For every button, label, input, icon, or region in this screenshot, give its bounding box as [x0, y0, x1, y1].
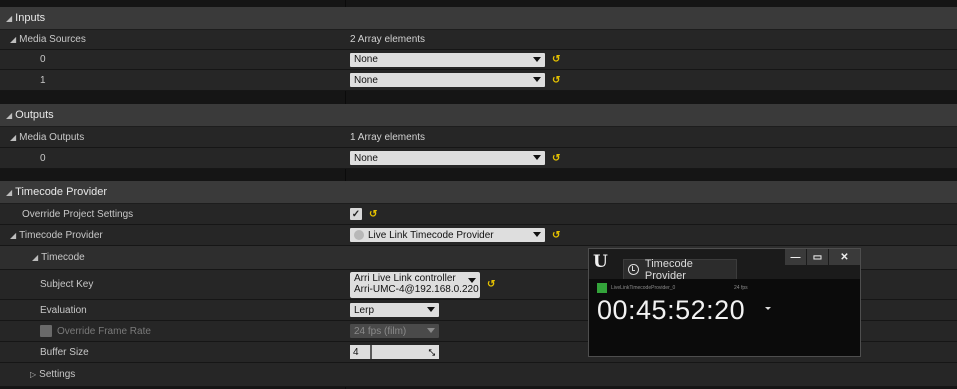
- slider-grip[interactable]: [370, 345, 372, 359]
- triangle-down-icon[interactable]: ◢: [10, 35, 16, 44]
- chevron-down-icon: [533, 232, 541, 237]
- override-frame-rate-label: Override Frame Rate: [57, 325, 151, 337]
- subject-key-label: Subject Key: [40, 279, 94, 290]
- chevron-down-icon: [533, 77, 541, 82]
- timecode-provider-label: Timecode Provider: [19, 229, 103, 241]
- category-outputs[interactable]: ◢ Outputs: [0, 104, 957, 127]
- details-panel: ◢ Inputs ◢ Media Sources 2 Array elements …: [0, 0, 957, 389]
- reset-to-default-icon[interactable]: ↺: [487, 279, 495, 290]
- category-timecode-provider[interactable]: ◢ Timecode Provider: [0, 181, 957, 204]
- combo-value: 24 fps (film): [354, 325, 407, 337]
- frame-rate-text: 24 fps: [734, 285, 748, 291]
- evaluation-combo[interactable]: Lerp: [350, 303, 439, 317]
- subject-key-line1: Arri Live Link controller: [354, 272, 456, 284]
- timecode-provider-window[interactable]: U Timecode Provider — ▭ ✕ LiveLinkTimeco…: [588, 248, 861, 357]
- triangle-down-icon: ◢: [6, 187, 13, 197]
- film-strip-icon: [597, 283, 607, 293]
- buffer-size-input[interactable]: 4 ⤡: [350, 345, 439, 359]
- triangle-down-icon: ◢: [6, 110, 13, 120]
- triangle-down-icon[interactable]: ◢: [10, 231, 16, 240]
- media-outputs-count: 1 Array elements: [350, 131, 426, 143]
- chevron-down-icon: [427, 307, 435, 312]
- override-project-settings-row[interactable]: Override Project Settings ✓ ↺: [0, 204, 957, 225]
- timecode-provider-combo[interactable]: Live Link Timecode Provider: [350, 228, 545, 242]
- override-frame-rate-checkbox[interactable]: [40, 325, 52, 337]
- combo-value: None: [354, 74, 378, 86]
- reset-to-default-icon[interactable]: ↺: [369, 209, 377, 220]
- provider-name: LiveLinkTimecodeProvider_0: [611, 285, 676, 291]
- reset-to-default-icon[interactable]: ↺: [552, 75, 560, 86]
- settings-row[interactable]: ▷ Settings: [0, 363, 957, 387]
- window-titlebar[interactable]: U Timecode Provider — ▭ ✕: [589, 249, 860, 282]
- media-source-1-combo[interactable]: None: [350, 73, 545, 87]
- subject-key-line2: Arri-UMC-4@192.168.0.220: [354, 283, 479, 295]
- spinner-icon[interactable]: ⤡: [429, 348, 435, 358]
- frame-rate-combo: 24 fps (film): [350, 324, 439, 338]
- category-inputs-label: Inputs: [15, 12, 46, 24]
- media-source-0-combo[interactable]: None: [350, 52, 545, 67]
- timecode-subcategory-label: Timecode: [41, 252, 85, 263]
- category-outputs-label: Outputs: [15, 109, 54, 121]
- triangle-down-icon[interactable]: ◢: [32, 253, 38, 262]
- triangle-down-icon[interactable]: ◢: [10, 133, 16, 142]
- timecode-provider-row[interactable]: ◢ Timecode Provider Live Link Timecode Pr…: [0, 225, 957, 246]
- media-output-0-row[interactable]: 0 None ↺: [0, 148, 957, 169]
- close-button[interactable]: ✕: [828, 249, 860, 265]
- media-source-1-index: 1: [40, 74, 46, 86]
- evaluation-label: Evaluation: [40, 304, 87, 316]
- maximize-button[interactable]: ▭: [806, 249, 828, 265]
- media-sources-count: 2 Array elements: [350, 34, 426, 45]
- buffer-size-value: 4: [353, 346, 359, 358]
- media-source-1-row[interactable]: 1 None ↺: [0, 70, 957, 91]
- media-output-0-index: 0: [40, 152, 46, 164]
- media-output-0-combo[interactable]: None: [350, 151, 545, 165]
- unreal-logo-icon: U: [593, 252, 608, 272]
- settings-label: Settings: [39, 369, 76, 380]
- media-sources-row[interactable]: ◢ Media Sources 2 Array elements: [0, 30, 957, 50]
- media-outputs-label: Media Outputs: [19, 131, 85, 143]
- combo-value: None: [354, 152, 378, 164]
- provider-class-icon: [354, 230, 364, 240]
- override-project-settings-checkbox[interactable]: ✓: [350, 208, 362, 220]
- timecode-provider-tab[interactable]: Timecode Provider: [623, 257, 737, 282]
- category-inputs[interactable]: ◢ Inputs: [0, 7, 957, 30]
- chevron-down-icon: [468, 277, 476, 283]
- subject-key-combo[interactable]: Arri Live Link controller Arri-UMC-4@192…: [350, 271, 480, 298]
- override-project-settings-label: Override Project Settings: [22, 208, 134, 220]
- minimize-button[interactable]: —: [784, 249, 806, 265]
- provider-info: LiveLinkTimecodeProvider_0: [597, 283, 675, 293]
- reset-to-default-icon[interactable]: ↺: [552, 153, 560, 164]
- chevron-down-icon: [533, 155, 541, 160]
- timecode-display: 00:45:52:20: [597, 295, 746, 325]
- triangle-right-icon[interactable]: ▷: [30, 370, 36, 379]
- combo-value: None: [354, 54, 378, 65]
- combo-value: Live Link Timecode Provider: [368, 229, 494, 241]
- combo-value: Lerp: [354, 304, 375, 316]
- media-source-0-index: 0: [40, 54, 46, 65]
- triangle-down-icon: ◢: [6, 13, 13, 23]
- buffer-size-label: Buffer Size: [40, 346, 89, 358]
- chevron-down-icon: [427, 328, 435, 333]
- chevron-down-icon[interactable]: [765, 307, 771, 310]
- category-timecode-provider-label: Timecode Provider: [15, 186, 108, 198]
- media-source-0-row[interactable]: 0 None ↺: [0, 50, 957, 70]
- chevron-down-icon: [533, 56, 541, 62]
- media-sources-label: Media Sources: [19, 34, 86, 45]
- clock-icon: [628, 264, 639, 275]
- reset-to-default-icon[interactable]: ↺: [552, 230, 560, 241]
- reset-to-default-icon[interactable]: ↺: [552, 54, 560, 65]
- media-outputs-row[interactable]: ◢ Media Outputs 1 Array elements: [0, 127, 957, 148]
- tab-title: Timecode Provider: [644, 257, 693, 282]
